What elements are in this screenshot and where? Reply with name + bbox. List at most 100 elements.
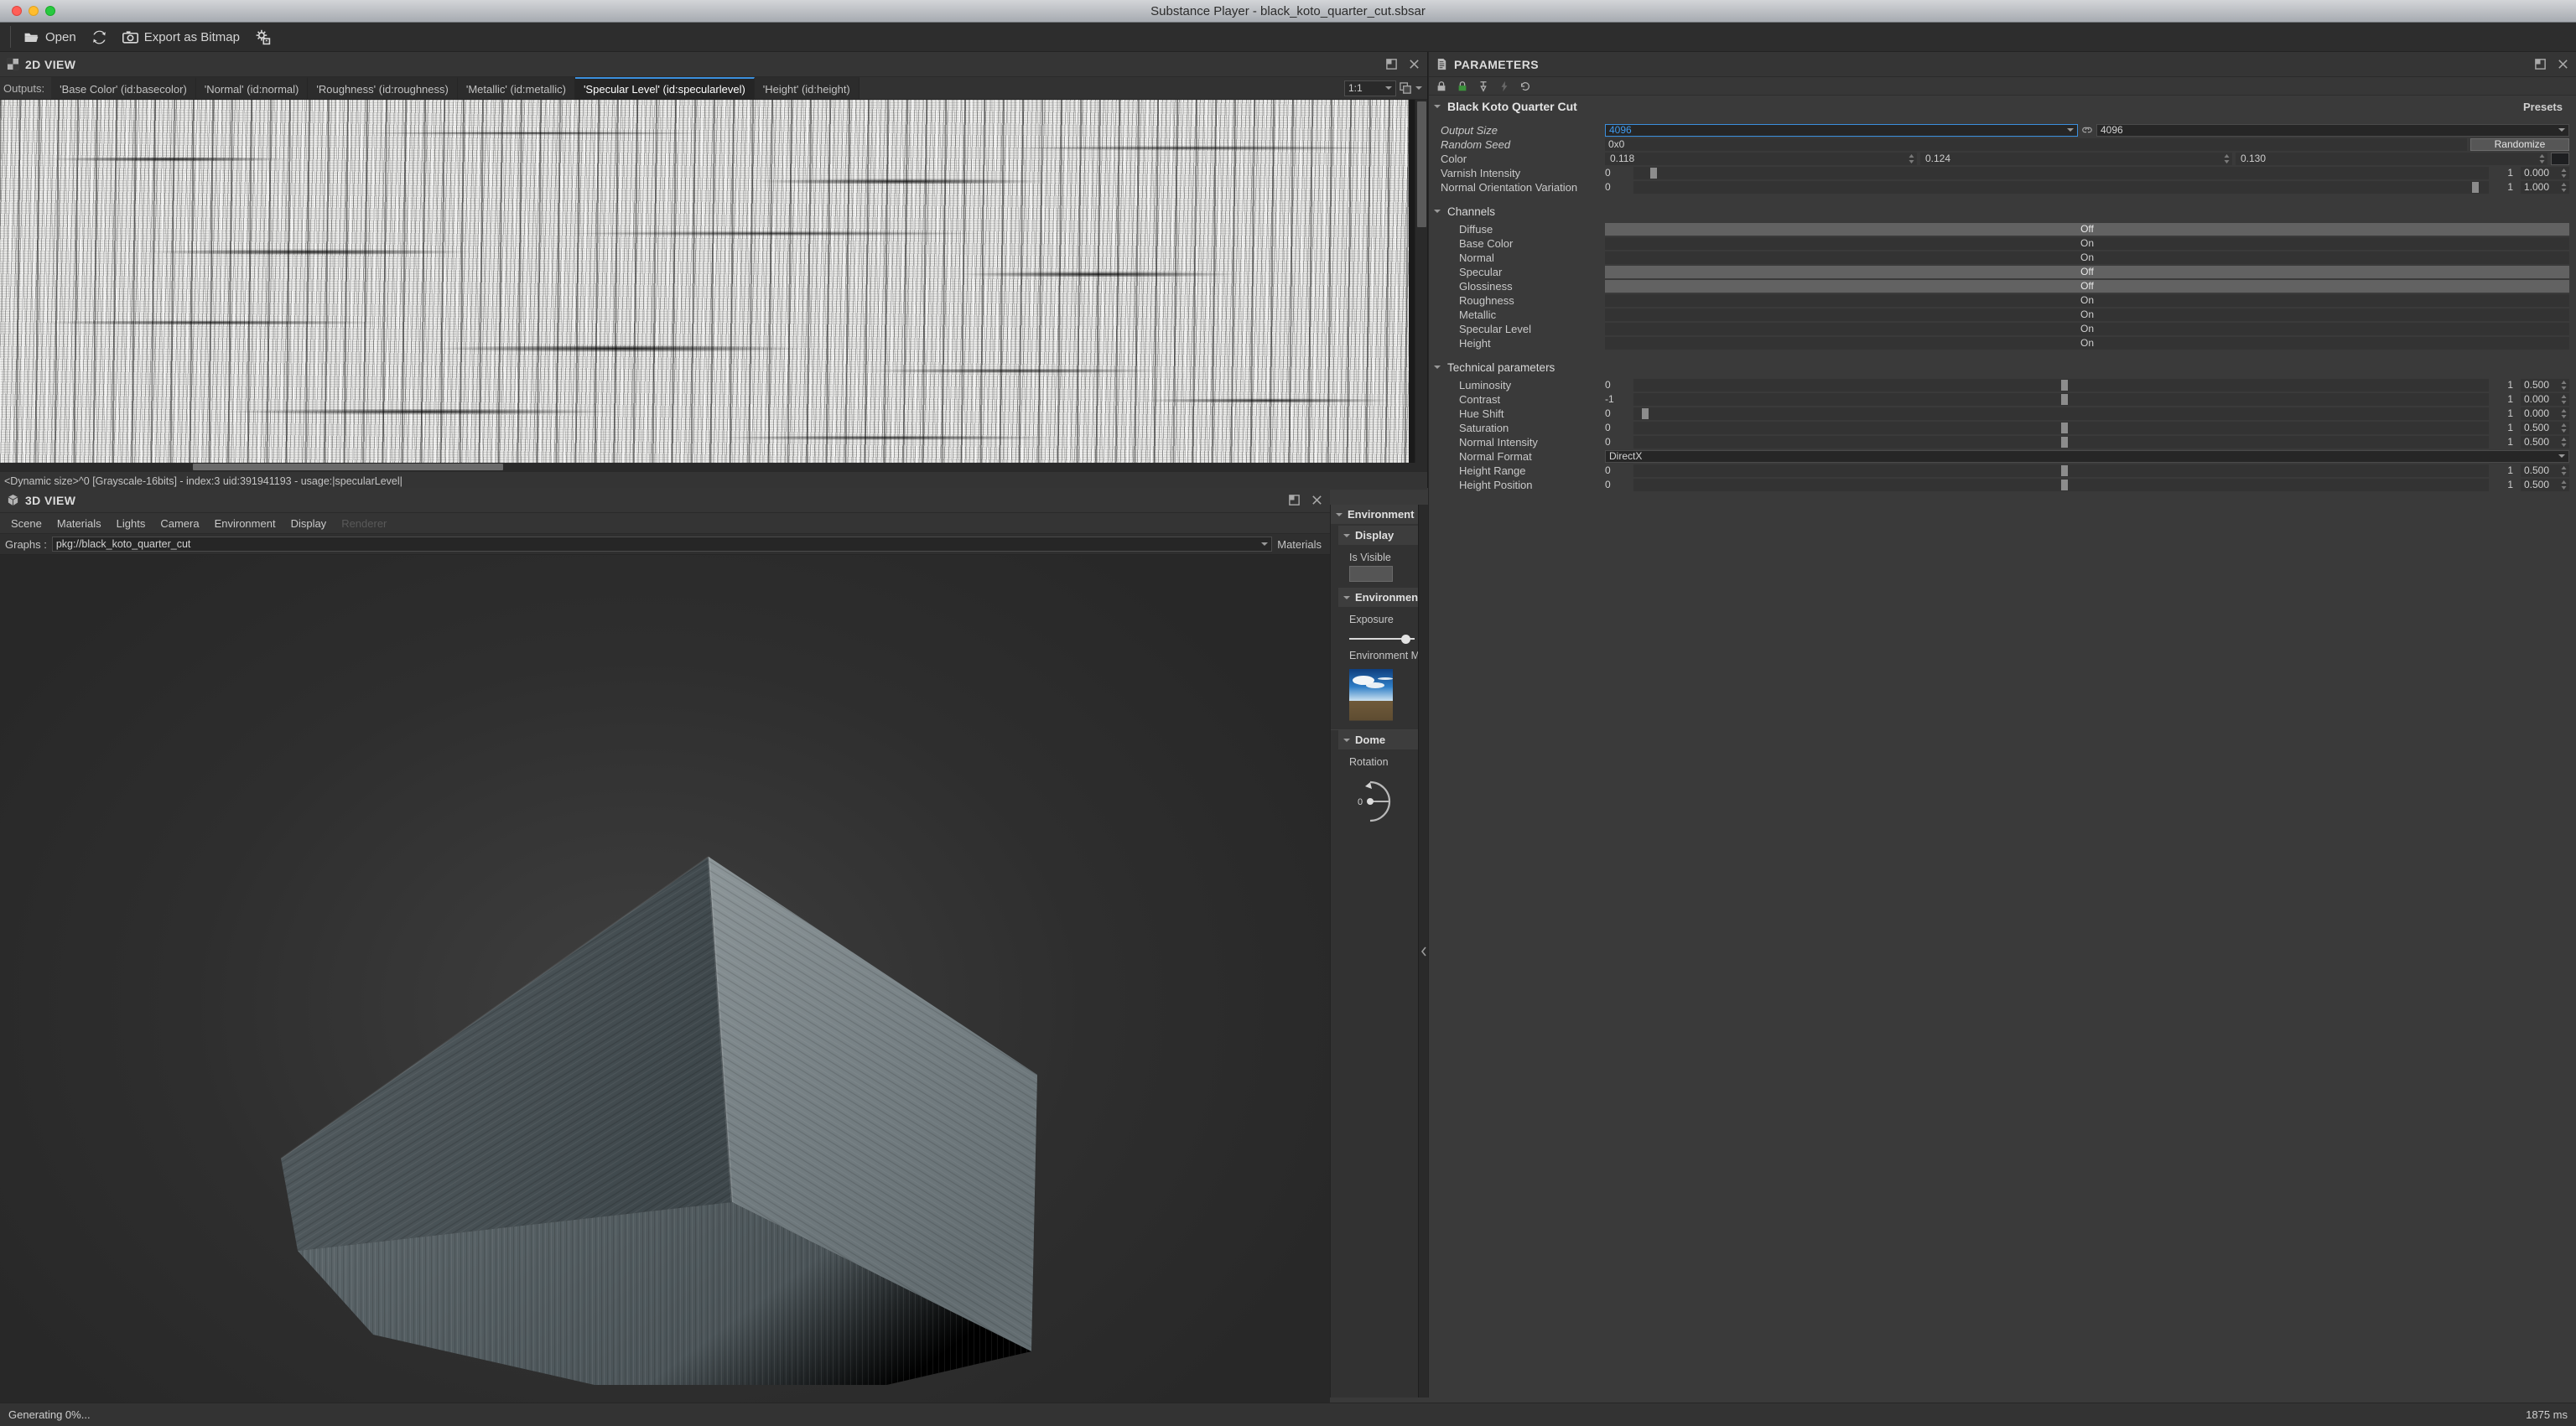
height-position-slider[interactable] — [1633, 478, 2489, 491]
output-tab-specularlevel[interactable]: 'Specular Level' (id:specularlevel) — [574, 77, 755, 99]
spinner-icon[interactable] — [2561, 437, 2567, 447]
saturation-slider[interactable] — [1633, 421, 2489, 434]
normal-orientation-variation-input[interactable]: 1.000 — [2521, 180, 2569, 194]
lock-icon[interactable] — [1436, 80, 1447, 92]
environment-map-thumbnail[interactable] — [1349, 669, 1393, 721]
channels-layers-icon[interactable] — [1400, 81, 1412, 95]
spinner-icon[interactable] — [2561, 182, 2567, 192]
normal-intensity-slider[interactable] — [1633, 435, 2489, 449]
channel-toggle-base-color[interactable]: On — [1605, 236, 2569, 250]
hue-shift-input[interactable]: 0.000 — [2521, 407, 2569, 420]
spinner-icon[interactable] — [2224, 153, 2230, 163]
parameter-group-technical[interactable]: Technical parameters — [1429, 356, 2576, 378]
graphs-select[interactable]: pkg://black_koto_quarter_cut — [51, 537, 1273, 552]
luminosity-knob[interactable] — [2061, 379, 2068, 391]
3d-viewport[interactable] — [0, 555, 1330, 1423]
output-size-height-select[interactable]: 4096 — [2096, 123, 2569, 137]
channels-chevron-down-icon[interactable] — [1415, 86, 1422, 90]
refresh-button[interactable] — [84, 25, 115, 49]
undock-icon[interactable] — [1288, 494, 1301, 506]
random-seed-input[interactable]: 0x0 — [1605, 137, 2467, 151]
output-tab-basecolor[interactable]: 'Base Color' (id:basecolor) — [51, 77, 196, 99]
menu-environment[interactable]: Environment — [207, 513, 283, 534]
luminosity-input[interactable]: 0.500 — [2521, 378, 2569, 392]
randomize-button[interactable]: Randomize — [2470, 137, 2569, 151]
contrast-input[interactable]: 0.000 — [2521, 392, 2569, 406]
hue-shift-slider[interactable] — [1633, 407, 2489, 420]
env-section-dome[interactable]: Dome — [1338, 730, 1428, 749]
normal-intensity-knob[interactable] — [2061, 436, 2068, 448]
hue-shift-knob[interactable] — [1642, 407, 1649, 419]
menu-display[interactable]: Display — [283, 513, 335, 534]
cube-mesh-preview[interactable] — [273, 580, 1044, 1385]
close-icon[interactable] — [1311, 494, 1323, 506]
collapse-environment-panel-button[interactable] — [1418, 505, 1428, 1397]
spinner-icon[interactable] — [2561, 465, 2567, 475]
channel-toggle-glossiness[interactable]: Off — [1605, 279, 2569, 293]
spinner-icon[interactable] — [2561, 408, 2567, 418]
2d-vertical-scroll-thumb[interactable] — [1417, 101, 1426, 227]
exposure-slider[interactable] — [1349, 633, 1415, 645]
menu-materials[interactable]: Materials — [49, 513, 109, 534]
parameter-group-channels[interactable]: Channels — [1429, 200, 2576, 222]
normal-orientation-variation-knob[interactable] — [2471, 181, 2479, 193]
env-section-environment[interactable]: Environment — [1331, 505, 1428, 524]
undock-icon[interactable] — [2534, 58, 2547, 70]
menu-scene[interactable]: Scene — [3, 513, 49, 534]
spinner-icon[interactable] — [1909, 153, 1914, 163]
presets-button[interactable]: Presets — [2518, 99, 2568, 115]
output-tab-roughness[interactable]: 'Roughness' (id:roughness) — [308, 77, 458, 99]
spinner-icon[interactable] — [2561, 423, 2567, 433]
open-button[interactable]: Open — [16, 25, 84, 49]
close-icon[interactable] — [2557, 58, 2569, 70]
output-tab-height[interactable]: 'Height' (id:height) — [754, 77, 860, 99]
export-as-bitmap-button[interactable]: Export as Bitmap — [115, 25, 247, 49]
parameter-group-black-koto-quarter-cut[interactable]: Black Koto Quarter Cut Presets — [1429, 96, 2576, 117]
color-swatch[interactable] — [2551, 152, 2569, 165]
lock-green-icon[interactable] — [1457, 80, 1468, 92]
maximize-window-button[interactable] — [45, 6, 55, 16]
channel-toggle-specular-level[interactable]: On — [1605, 322, 2569, 335]
spinner-icon[interactable] — [2561, 168, 2567, 178]
undock-icon[interactable] — [1385, 58, 1398, 70]
color-blue-input[interactable]: 0.130 — [2236, 152, 2547, 165]
close-icon[interactable] — [1408, 58, 1420, 70]
height-position-knob[interactable] — [2061, 479, 2068, 490]
output-tab-normal[interactable]: 'Normal' (id:normal) — [195, 77, 309, 99]
zoom-level-select[interactable]: 1:1 — [1344, 80, 1396, 96]
varnish-intensity-knob[interactable] — [1650, 167, 1658, 179]
reset-icon[interactable] — [1519, 80, 1531, 92]
env-section-display[interactable]: Display — [1338, 526, 1428, 545]
normal-intensity-input[interactable]: 0.500 — [2521, 435, 2569, 449]
varnish-intensity-slider[interactable] — [1633, 166, 2489, 179]
spinner-icon[interactable] — [2561, 394, 2567, 404]
is-visible-checkbox[interactable] — [1349, 566, 1393, 582]
color-green-input[interactable]: 0.124 — [1920, 152, 2232, 165]
saturation-knob[interactable] — [2061, 422, 2068, 433]
spinner-icon[interactable] — [2539, 153, 2545, 163]
menu-lights[interactable]: Lights — [109, 513, 153, 534]
close-window-button[interactable] — [12, 6, 22, 16]
contrast-knob[interactable] — [2061, 393, 2068, 405]
2d-horizontal-scroll-thumb[interactable] — [193, 464, 503, 470]
exposure-slider-knob[interactable] — [1401, 635, 1410, 644]
color-red-input[interactable]: 0.118 — [1605, 152, 1917, 165]
luminosity-slider[interactable] — [1633, 378, 2489, 392]
channel-toggle-metallic[interactable]: On — [1605, 308, 2569, 321]
channel-toggle-diffuse[interactable]: Off — [1605, 222, 2569, 236]
link-icon[interactable] — [2081, 124, 2093, 136]
2d-vertical-scrollbar[interactable] — [1415, 100, 1427, 471]
channel-toggle-roughness[interactable]: On — [1605, 293, 2569, 307]
saturation-input[interactable]: 0.500 — [2521, 421, 2569, 434]
menu-camera[interactable]: Camera — [153, 513, 206, 534]
channel-toggle-specular[interactable]: Off — [1605, 265, 2569, 278]
2d-texture-canvas[interactable] — [0, 100, 1427, 471]
spinner-icon[interactable] — [2561, 480, 2567, 490]
spinner-icon[interactable] — [2561, 380, 2567, 390]
channel-toggle-height[interactable]: On — [1605, 336, 2569, 350]
2d-horizontal-scrollbar[interactable] — [0, 463, 1415, 471]
env-section-environment-2[interactable]: Environment — [1338, 588, 1428, 607]
normal-format-select[interactable]: DirectX — [1605, 449, 2569, 463]
channel-toggle-normal[interactable]: On — [1605, 251, 2569, 264]
output-size-width-select[interactable]: 4096 — [1605, 123, 2078, 137]
